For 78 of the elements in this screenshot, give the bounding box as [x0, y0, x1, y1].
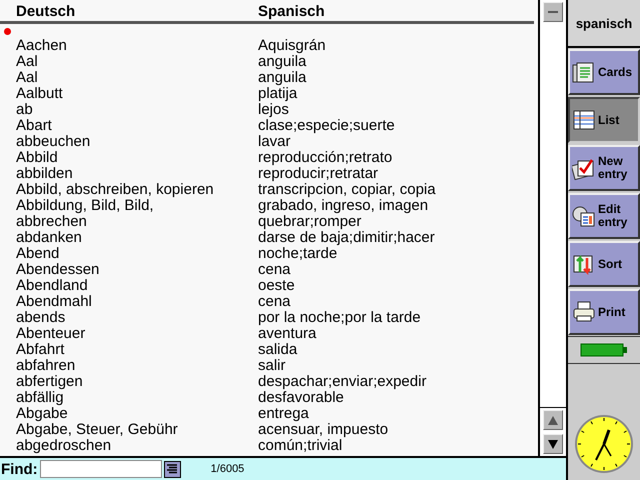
table-cell-text: abfällig: [15, 390, 64, 406]
clock-icon: [574, 414, 634, 474]
table-cell-text: anguila: [258, 70, 308, 86]
table-cell-text: salida: [258, 342, 298, 358]
scroll-down-button[interactable]: [543, 434, 563, 454]
find-list-button[interactable]: [164, 460, 181, 478]
table-cell-text: Abend: [15, 246, 60, 262]
table-cell-text: reproducción;retrato: [258, 150, 394, 166]
up-arrow-icon: [548, 416, 558, 424]
table-cell-text: anguila: [258, 54, 306, 70]
status-dot: [4, 28, 11, 35]
table-cell-text: cena: [258, 262, 292, 278]
table-cell-text: Abfahrt: [15, 342, 66, 358]
sidebar-button[interactable]: Edit entry: [568, 193, 640, 239]
table-cell-text: aventura: [258, 326, 316, 342]
sidebar-button[interactable]: Sort: [568, 241, 640, 287]
table-cell-text: Aal: [15, 70, 39, 86]
table-cell-text: lejos: [258, 102, 289, 118]
table-cell-text: Aal: [15, 54, 39, 70]
table-cell-text: Abgabe: [15, 406, 69, 422]
table-cell-text: platija: [258, 86, 298, 102]
table-cell-text: por la noche;por la tarde: [258, 310, 422, 326]
column-header[interactable]: Spanisch: [258, 2, 500, 21]
table-cell-text: Aalbutt: [15, 86, 64, 102]
table-cell-text: Abendessen: [15, 262, 100, 278]
table-cell-text: abfertigen: [15, 374, 84, 390]
table-cell-text: salir: [258, 358, 287, 374]
sidebar-button[interactable]: Cards: [568, 49, 640, 95]
table-cell-text: ab: [15, 102, 34, 118]
record-count: 1/6005: [210, 463, 244, 475]
table-cell-text: noche;tarde: [258, 246, 338, 262]
table-cell-text: darse de baja;dimitir;hacer: [258, 230, 436, 246]
cards-edit-icon: [572, 204, 596, 228]
table-cell-text: común;trivial: [258, 438, 342, 454]
table-cell-text: oeste: [258, 278, 296, 294]
printer-icon: [572, 300, 596, 324]
sidebar-button[interactable]: Print: [568, 289, 640, 335]
table-cell-text: Aquisgrán: [258, 38, 327, 54]
find-label: Find:: [0, 460, 38, 478]
table-cell-text: abdanken: [15, 230, 83, 246]
table-cell-text: despachar;enviar;expedir: [258, 374, 428, 390]
table-cell-text: reproducir;retratar: [258, 166, 378, 182]
table-cell-text: clase;especie;suerte: [258, 118, 396, 134]
table-cell-text: desfavorable: [258, 390, 344, 406]
table-cell-text: transcripcion, copiar, copia: [258, 182, 437, 198]
list-icon: [572, 108, 596, 132]
table-cell-text: Abbild, abschreiben, kopieren: [15, 182, 215, 198]
table-cell-text: Abart: [15, 118, 53, 134]
table-cell-text: quebrar;romper: [258, 214, 362, 230]
table-cell-text: Abgabe, Steuer, Gebühr: [15, 422, 179, 438]
list-icon: [167, 464, 178, 474]
table-cell-text: Abbild: [15, 150, 59, 166]
scroll-up-button[interactable]: [543, 410, 563, 430]
table-cell-text: Aachen: [15, 38, 68, 54]
table-cell-text: abfahren: [15, 358, 76, 374]
table-cell-text: abends: [15, 310, 66, 326]
column-header[interactable]: Deutsch: [0, 2, 258, 21]
table-cell-text: Abenteuer: [15, 326, 86, 342]
sidebar-button[interactable]: List: [568, 97, 640, 143]
table-cell-text: Abendland: [15, 278, 89, 294]
table-cell-text: abbrechen: [15, 214, 88, 230]
notebook-title: spanisch: [568, 0, 640, 48]
table-cell-text: lavar: [258, 134, 291, 150]
table-cell-text: acensuar, impuesto: [258, 422, 390, 438]
table-cell-text: entrega: [258, 406, 310, 422]
cards-icon: [572, 60, 596, 84]
table-cell-text: abgedroschen: [15, 438, 112, 454]
battery-icon: [580, 343, 628, 357]
down-arrow-icon: [548, 440, 558, 448]
find-field[interactable]: [40, 460, 162, 478]
table-cell-text: grabado, ingreso, imagen: [258, 198, 428, 214]
table-cell-text: abbilden: [15, 166, 74, 182]
table-cell-text: cena: [258, 294, 292, 310]
table-cell-text: Abbildung, Bild, Bild,: [15, 198, 155, 214]
sidebar-button[interactable]: New entry: [568, 145, 640, 191]
table-cell-text: abbeuchen: [15, 134, 92, 150]
scroll-top-button[interactable]: [543, 2, 563, 22]
table-cell-text: Abendmahl: [15, 294, 93, 310]
